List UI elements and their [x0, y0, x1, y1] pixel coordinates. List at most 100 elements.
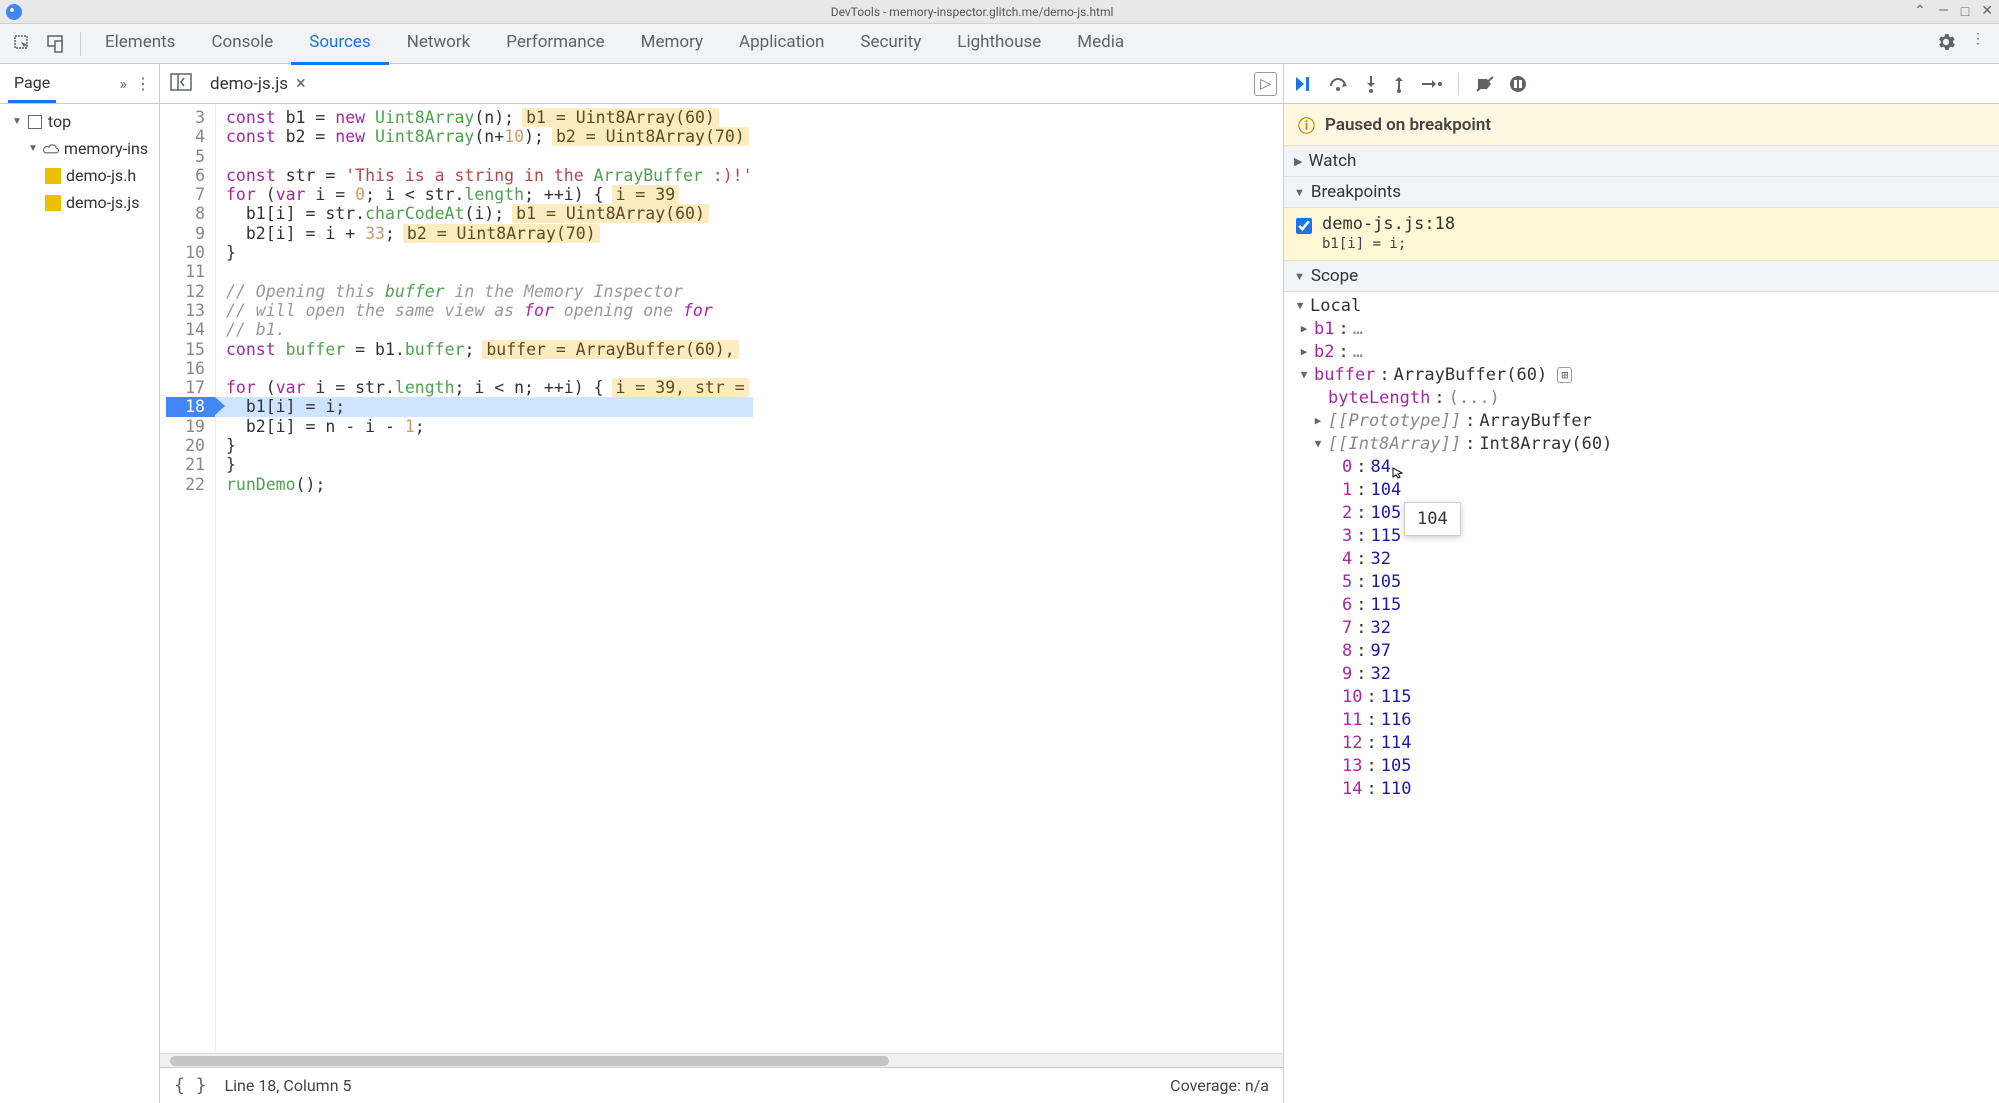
paused-banner: ⓘ Paused on breakpoint [1284, 104, 1999, 146]
array-index-10[interactable]: ▶10: 115 [1284, 685, 1999, 708]
code-line-21[interactable]: } [226, 455, 753, 474]
array-index-8[interactable]: ▶8: 97 [1284, 639, 1999, 662]
scope-local-header[interactable]: ▼Local [1284, 294, 1999, 317]
code-line-11[interactable] [226, 262, 753, 281]
step-over-icon[interactable] [1328, 76, 1350, 92]
tab-application[interactable]: Application [721, 22, 842, 65]
cursor-position: Line 18, Column 5 [225, 1076, 352, 1095]
more-vert-icon[interactable]: ⋮ [135, 74, 151, 93]
chevron-right-icon: ▶ [1294, 155, 1302, 168]
code-line-15[interactable]: const buffer = b1.buffer;buffer = ArrayB… [226, 340, 753, 359]
array-index-12[interactable]: ▶12: 114 [1284, 731, 1999, 754]
tab-elements[interactable]: Elements [87, 22, 193, 65]
devtools-tabbar: ElementsConsoleSourcesNetworkPerformance… [0, 24, 1999, 64]
code-line-17[interactable]: for (var i = str.length; i < n; ++i) {i … [226, 378, 753, 397]
code-line-16[interactable] [226, 359, 753, 378]
code-line-13[interactable]: // will open the same view as for openin… [226, 301, 753, 320]
run-snippet-icon[interactable]: ▷ [1254, 72, 1277, 96]
breakpoints-section-header[interactable]: ▼ Breakpoints [1284, 177, 1999, 208]
format-code-icon[interactable]: { } [174, 1075, 207, 1096]
code-line-4[interactable]: const b2 = new Uint8Array(n+10);b2 = Uin… [226, 127, 753, 146]
close-icon[interactable]: ✕ [1981, 3, 1993, 20]
chevron-down-icon: ▼ [1294, 270, 1305, 283]
deactivate-breakpoints-icon[interactable] [1475, 75, 1495, 93]
scope-var-b2[interactable]: ▶b2: … [1284, 340, 1999, 363]
scope-prototype[interactable]: ▶[[Prototype]]: ArrayBuffer [1284, 409, 1999, 432]
tab-performance[interactable]: Performance [488, 22, 622, 65]
debug-toolbar [1284, 64, 1999, 104]
editor-pane: demo-js.js × ▷ 3456789101112131415161718… [160, 64, 1284, 1103]
nav-item[interactable]: ▼top [0, 108, 159, 135]
step-into-icon[interactable] [1364, 75, 1378, 93]
maximize-icon[interactable]: □ [1961, 3, 1969, 20]
nav-item[interactable]: ▼memory-ins [0, 135, 159, 162]
window-titlebar: DevTools - memory-inspector.glitch.me/de… [0, 0, 1999, 24]
code-line-6[interactable]: const str = 'This is a string in the Arr… [226, 166, 753, 185]
memory-inspector-icon[interactable]: ⊞ [1557, 367, 1572, 383]
file-tab[interactable]: demo-js.js × [200, 67, 316, 100]
close-tab-icon[interactable]: × [296, 73, 306, 94]
breakpoint-item[interactable]: demo-js.js:18 b1[i] = i; [1284, 208, 1999, 261]
scope-var-buffer[interactable]: ▼buffer: ArrayBuffer(60)⊞ [1284, 363, 1999, 386]
more-vert-icon[interactable]: ⋮ [1971, 31, 1985, 57]
step-out-icon[interactable] [1392, 75, 1406, 93]
tab-security[interactable]: Security [842, 22, 939, 65]
pause-exceptions-icon[interactable] [1509, 75, 1527, 93]
code-line-18[interactable]: b1[i] = i; [216, 397, 753, 416]
array-index-13[interactable]: ▶13: 105 [1284, 754, 1999, 777]
code-line-14[interactable]: // b1. [226, 320, 753, 339]
tab-memory[interactable]: Memory [623, 22, 721, 65]
nav-item[interactable]: demo-js.js [0, 189, 159, 216]
editor-statusbar: { } Line 18, Column 5 Coverage: n/a [160, 1067, 1283, 1103]
navigator-tab-page[interactable]: Page [8, 65, 56, 103]
nav-item[interactable]: demo-js.h [0, 162, 159, 189]
scope-int8array[interactable]: ▼[[Int8Array]]: Int8Array(60) [1284, 432, 1999, 455]
code-line-19[interactable]: b2[i] = n - i - 1; [226, 417, 753, 436]
code-line-5[interactable] [226, 147, 753, 166]
window-title: DevTools - memory-inspector.glitch.me/de… [30, 5, 1914, 19]
step-icon[interactable] [1420, 77, 1442, 91]
toggle-navigator-icon[interactable] [166, 69, 196, 99]
value-tooltip: 104 [1404, 502, 1461, 536]
scope-bytelength[interactable]: ▶byteLength: (...) [1284, 386, 1999, 409]
array-index-3[interactable]: ▶3: 115 [1284, 524, 1999, 547]
tab-console[interactable]: Console [193, 22, 291, 65]
debugger-pane: ⓘ Paused on breakpoint ▶ Watch ▼ Breakpo… [1284, 64, 1999, 1103]
chrome-icon [6, 4, 22, 20]
code-line-20[interactable]: } [226, 436, 753, 455]
array-index-4[interactable]: ▶4: 32 [1284, 547, 1999, 570]
horizontal-scrollbar[interactable] [160, 1053, 1283, 1067]
code-editor[interactable]: 345678910111213141516171819202122 const … [160, 104, 1283, 1053]
watch-section-header[interactable]: ▶ Watch [1284, 146, 1999, 177]
tab-network[interactable]: Network [389, 22, 489, 65]
code-line-22[interactable]: runDemo(); [226, 475, 753, 494]
device-toolbar-icon[interactable] [44, 33, 66, 55]
code-line-10[interactable]: } [226, 243, 753, 262]
tab-lighthouse[interactable]: Lighthouse [939, 22, 1059, 65]
chevron-up-icon[interactable]: ⌃ [1914, 3, 1926, 20]
tab-sources[interactable]: Sources [291, 22, 388, 65]
scope-var-b1[interactable]: ▶b1: … [1284, 317, 1999, 340]
more-tabs-icon[interactable]: » [120, 74, 128, 93]
array-index-1[interactable]: ▶1: 104 [1284, 478, 1999, 501]
coverage-status: Coverage: n/a [1170, 1076, 1269, 1095]
minimize-icon[interactable]: — [1938, 3, 1949, 20]
scope-section-header[interactable]: ▼ Scope [1284, 261, 1999, 292]
code-line-8[interactable]: b1[i] = str.charCodeAt(i);b1 = Uint8Arra… [226, 204, 753, 223]
code-line-7[interactable]: for (var i = 0; i < str.length; ++i) {i … [226, 185, 753, 204]
tab-media[interactable]: Media [1059, 22, 1142, 65]
settings-icon[interactable] [1935, 31, 1957, 57]
array-index-14[interactable]: ▶14: 110 [1284, 777, 1999, 800]
code-line-9[interactable]: b2[i] = i + 33;b2 = Uint8Array(70) [226, 224, 753, 243]
resume-icon[interactable] [1294, 75, 1314, 93]
code-line-12[interactable]: // Opening this buffer in the Memory Ins… [226, 282, 753, 301]
array-index-5[interactable]: ▶5: 105 [1284, 570, 1999, 593]
inspect-element-icon[interactable] [12, 33, 34, 55]
breakpoint-checkbox[interactable] [1296, 218, 1312, 234]
array-index-11[interactable]: ▶11: 116 [1284, 708, 1999, 731]
array-index-7[interactable]: ▶7: 32 [1284, 616, 1999, 639]
code-line-3[interactable]: const b1 = new Uint8Array(n);b1 = Uint8A… [226, 108, 753, 127]
array-index-6[interactable]: ▶6: 115 [1284, 593, 1999, 616]
array-index-9[interactable]: ▶9: 32 [1284, 662, 1999, 685]
array-index-2[interactable]: ▶2: 105 [1284, 501, 1999, 524]
